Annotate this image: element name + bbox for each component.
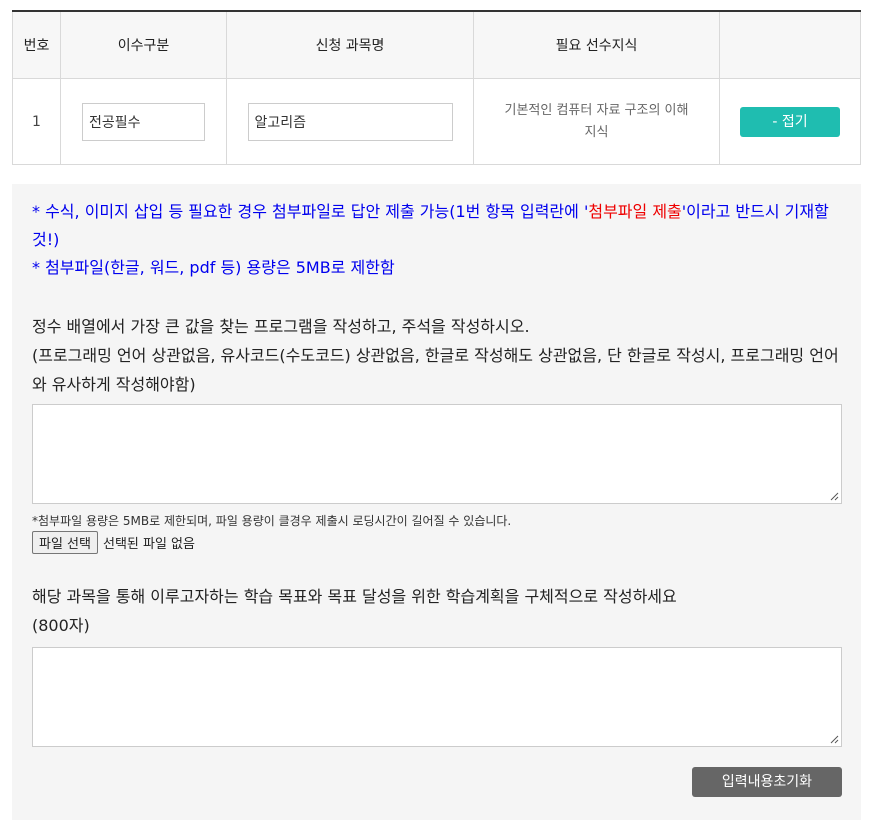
col-action-header: [719, 11, 861, 79]
notice-highlight: 첨부파일 제출: [588, 202, 682, 221]
col-number-header: 번호: [12, 11, 61, 79]
file-select-button[interactable]: 파일 선택: [32, 531, 98, 554]
question-1: 정수 배열에서 가장 큰 값을 찾는 프로그램을 작성하고, 주석을 작성하시오…: [32, 312, 844, 399]
resize-handle-icon[interactable]: [830, 735, 839, 744]
question-2: 해당 과목을 통해 이루고자하는 학습 목표와 목표 달성을 위한 학습계획을 …: [32, 582, 844, 640]
prereq-line-1: 기본적인 컴퓨터 자료 구조의 이해: [504, 102, 689, 118]
col-prereq-header: 필요 선수지식: [473, 11, 720, 79]
notice-line-1-pre: * 수식, 이미지 삽입 등 필요한 경우 첨부파일로 답안 제출 가능(1번 …: [32, 202, 589, 221]
notice-line-1: * 수식, 이미지 삽입 등 필요한 경우 첨부파일로 답안 제출 가능(1번 …: [32, 198, 844, 254]
prereq-line-2: 지식: [584, 124, 609, 140]
course-cell: 알고리즘: [226, 78, 474, 165]
question-1-line-1: 정수 배열에서 가장 큰 값을 찾는 프로그램을 작성하고, 주석을 작성하시오…: [32, 317, 530, 336]
reset-input-button[interactable]: 입력내용초기화: [692, 767, 842, 797]
answer-2-textarea[interactable]: [32, 647, 842, 747]
file-status: 선택된 파일 없음: [102, 537, 195, 552]
file-size-note: *첨부파일 용량은 5MB로 제한되며, 파일 용량이 클경우 제출시 로딩시간…: [32, 514, 512, 528]
table-row: 1 전공필수 알고리즘 기본적인 컴퓨터 자료 구조의 이해 지식 - 접기: [12, 78, 861, 165]
col-course-header: 신청 과목명: [226, 11, 474, 79]
answer-1-textarea[interactable]: [32, 404, 842, 504]
col-category-header: 이수구분: [60, 11, 227, 79]
notice-line-2: * 첨부파일(한글, 워드, pdf 등) 용량은 5MB로 제한함: [32, 258, 395, 277]
action-cell: - 접기: [719, 78, 861, 165]
prereq-text: 기본적인 컴퓨터 자료 구조의 이해 지식: [474, 100, 719, 144]
file-upload: 파일 선택 선택된 파일 없음: [32, 531, 195, 554]
course-name-field[interactable]: 알고리즘: [247, 102, 453, 141]
course-table: 번호 이수구분 신청 과목명 필요 선수지식 1 전공필수 알고리즘 기본적인 …: [12, 10, 861, 165]
category-cell: 전공필수: [60, 78, 227, 165]
prereq-cell: 기본적인 컴퓨터 자료 구조의 이해 지식: [473, 78, 720, 165]
category-field[interactable]: 전공필수: [82, 102, 205, 141]
resize-handle-icon[interactable]: [830, 492, 839, 501]
table-header-row: 번호 이수구분 신청 과목명 필요 선수지식: [12, 11, 861, 79]
attachment-notice: * 수식, 이미지 삽입 등 필요한 경우 첨부파일로 답안 제출 가능(1번 …: [32, 198, 844, 282]
row-number: 1: [12, 78, 61, 165]
question-1-line-2: (프로그래밍 언어 상관없음, 유사코드(수도코드) 상관없음, 한글로 작성해…: [32, 346, 839, 394]
collapse-button[interactable]: - 접기: [740, 106, 840, 137]
question-2-line-1: 해당 과목을 통해 이루고자하는 학습 목표와 목표 달성을 위한 학습계획을 …: [32, 587, 677, 606]
answer-panel: * 수식, 이미지 삽입 등 필요한 경우 첨부파일로 답안 제출 가능(1번 …: [12, 184, 861, 820]
question-2-line-2: (800자): [32, 616, 90, 635]
